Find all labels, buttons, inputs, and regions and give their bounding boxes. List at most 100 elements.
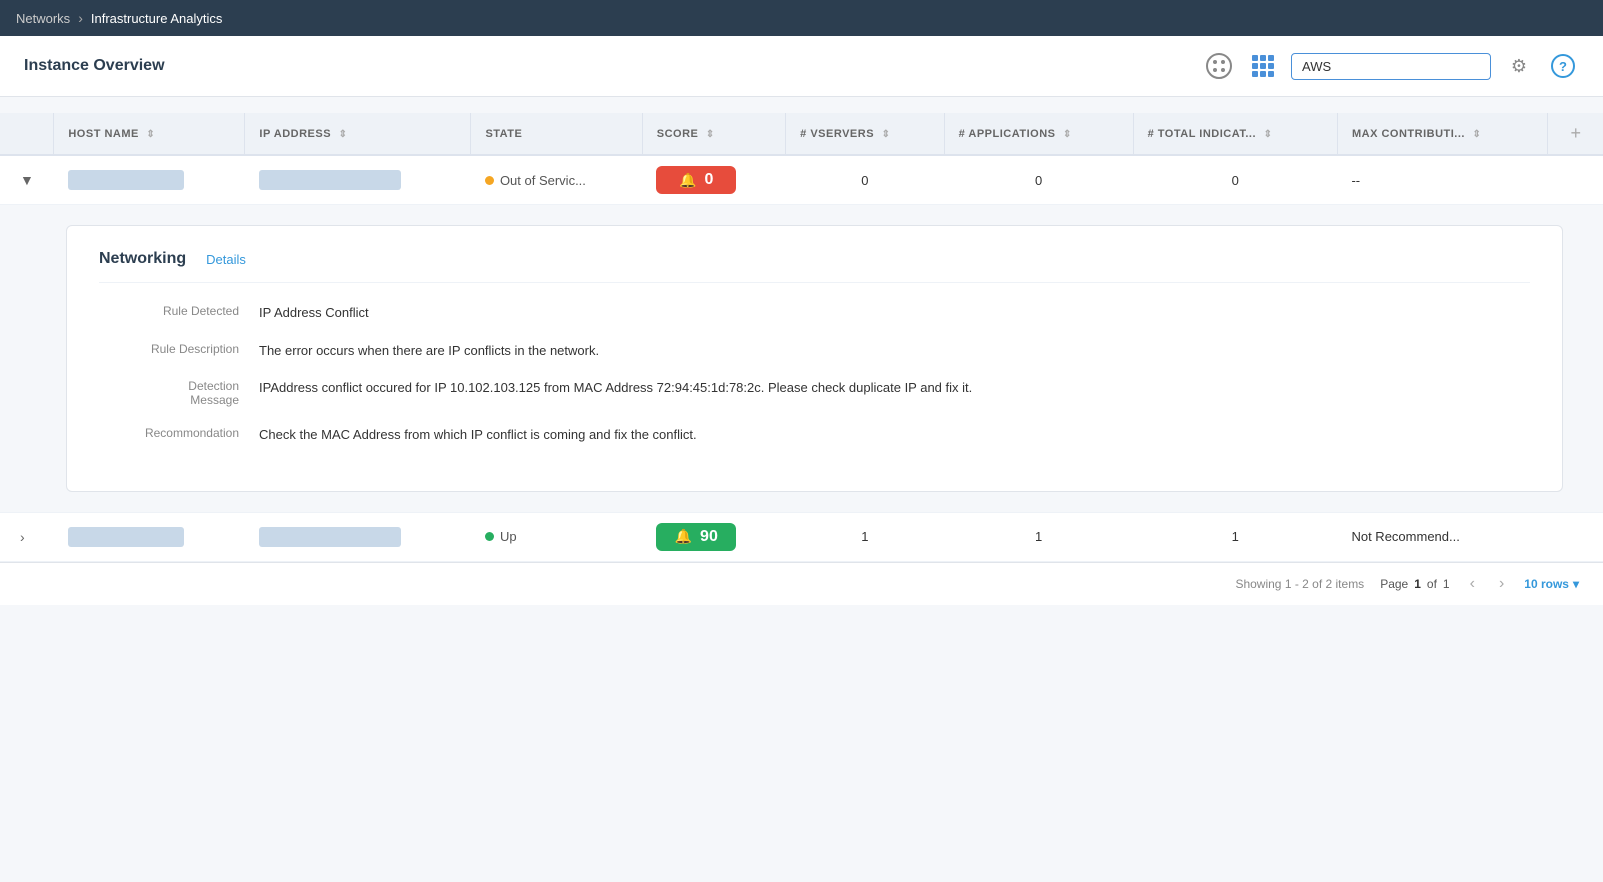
contribution-cell-2: Not Recommend... bbox=[1337, 512, 1548, 561]
applications-cell-2: 1 bbox=[944, 512, 1133, 561]
state-cell-2: Up bbox=[471, 512, 642, 561]
gear-icon: ⚙ bbox=[1511, 56, 1527, 77]
hostname-value-1: ███ ██████ bbox=[68, 170, 184, 190]
nav-parent[interactable]: Networks bbox=[16, 11, 70, 26]
rows-label: 10 rows bbox=[1524, 577, 1569, 591]
ip-cell-1: ███████ ██ ██ bbox=[245, 155, 471, 205]
detail-title: Networking bbox=[99, 250, 186, 268]
contribution-cell-1: -- bbox=[1337, 155, 1548, 205]
help-button[interactable]: ? bbox=[1547, 50, 1579, 82]
scatter-icon-button[interactable] bbox=[1203, 50, 1235, 82]
table-header-row: HOST NAME ⇕ IP ADDRESS ⇕ STATE SCORE ⇕ #… bbox=[0, 113, 1603, 155]
vservers-cell-1: 0 bbox=[786, 155, 944, 205]
state-dot-1 bbox=[485, 176, 494, 185]
col-contribution[interactable]: MAX CONTRIBUTI... ⇕ bbox=[1337, 113, 1548, 155]
col-vservers[interactable]: # VSERVERS ⇕ bbox=[786, 113, 944, 155]
detail-panel: Networking Details Rule Detected IP Addr… bbox=[66, 225, 1563, 492]
instance-table: HOST NAME ⇕ IP ADDRESS ⇕ STATE SCORE ⇕ #… bbox=[0, 113, 1603, 562]
rows-per-page-select[interactable]: 10 rows ▾ bbox=[1524, 577, 1579, 591]
sort-icon-ip: ⇕ bbox=[339, 129, 348, 140]
table-row: › ███ ██████ ███████ ██ ██ Up bbox=[0, 512, 1603, 561]
score-icon-1: 🔔 bbox=[679, 172, 696, 189]
score-cell-2: 🔔 90 bbox=[642, 512, 785, 561]
sort-icon-score: ⇕ bbox=[706, 129, 715, 140]
table-view-button[interactable] bbox=[1247, 50, 1279, 82]
expand-row2-button[interactable]: › bbox=[14, 527, 31, 547]
detail-row-rule-description: Rule Description The error occurs when t… bbox=[99, 341, 1530, 361]
scatter-icon bbox=[1206, 53, 1232, 79]
state-value-1: Out of Servic... bbox=[485, 173, 628, 188]
sort-icon-contrib: ⇕ bbox=[1473, 129, 1482, 140]
value-recommendation: Check the MAC Address from which IP conf… bbox=[259, 425, 697, 445]
search-input[interactable] bbox=[1291, 53, 1491, 80]
help-icon: ? bbox=[1551, 54, 1575, 78]
value-rule-detected: IP Address Conflict bbox=[259, 303, 369, 323]
col-score[interactable]: SCORE ⇕ bbox=[642, 113, 785, 155]
sort-icon-vservers: ⇕ bbox=[882, 129, 891, 140]
ip-value-1: ███████ ██ ██ bbox=[259, 170, 401, 190]
applications-cell-1: 0 bbox=[944, 155, 1133, 205]
settings-button[interactable]: ⚙ bbox=[1503, 50, 1535, 82]
hostname-cell-1: ███ ██████ bbox=[54, 155, 245, 205]
header-controls: ⚙ ? bbox=[1203, 50, 1579, 82]
page-label: Page bbox=[1380, 577, 1408, 591]
col-ipaddress[interactable]: IP ADDRESS ⇕ bbox=[245, 113, 471, 155]
nav-current: Infrastructure Analytics bbox=[91, 11, 223, 26]
page-of: of bbox=[1427, 577, 1437, 591]
col-hostname[interactable]: HOST NAME ⇕ bbox=[54, 113, 245, 155]
expand-cell-2: › bbox=[0, 512, 54, 561]
expanded-detail-row: Networking Details Rule Detected IP Addr… bbox=[0, 205, 1603, 513]
page-next-button[interactable]: › bbox=[1495, 573, 1508, 595]
details-link[interactable]: Details bbox=[206, 252, 246, 267]
label-recommendation: Recommondation bbox=[99, 425, 259, 440]
pagination-page: Page 1 of 1 bbox=[1380, 577, 1449, 591]
col-applications[interactable]: # APPLICATIONS ⇕ bbox=[944, 113, 1133, 155]
detail-row-detection-message: DetectionMessage IPAddress conflict occu… bbox=[99, 378, 1530, 407]
page-header: Instance Overview ⚙ bbox=[0, 36, 1603, 97]
score-icon-2: 🔔 bbox=[675, 528, 692, 545]
expanded-inner: Networking Details Rule Detected IP Addr… bbox=[0, 205, 1603, 512]
indicators-cell-2: 1 bbox=[1133, 512, 1337, 561]
state-value-2: Up bbox=[485, 529, 628, 544]
col-indicators[interactable]: # TOTAL INDICAT... ⇕ bbox=[1133, 113, 1337, 155]
hostname-value-2: ███ ██████ bbox=[68, 527, 184, 547]
rows-chevron-icon: ▾ bbox=[1573, 577, 1579, 591]
detail-row-recommendation: Recommondation Check the MAC Address fro… bbox=[99, 425, 1530, 445]
add-column-button[interactable]: + bbox=[1562, 123, 1589, 144]
vservers-cell-2: 1 bbox=[786, 512, 944, 561]
col-add: + bbox=[1548, 113, 1603, 155]
table-grid-icon bbox=[1252, 55, 1274, 77]
main-area: Instance Overview ⚙ bbox=[0, 36, 1603, 882]
expanded-detail-cell: Networking Details Rule Detected IP Addr… bbox=[0, 205, 1603, 513]
label-rule-description: Rule Description bbox=[99, 341, 259, 356]
hostname-cell-2: ███ ██████ bbox=[54, 512, 245, 561]
sort-icon-hostname: ⇕ bbox=[146, 129, 155, 140]
score-cell-1: 🔔 0 bbox=[642, 155, 785, 205]
page-total: 1 bbox=[1443, 577, 1450, 591]
top-nav: Networks › Infrastructure Analytics bbox=[0, 0, 1603, 36]
state-dot-2 bbox=[485, 532, 494, 541]
value-rule-description: The error occurs when there are IP confl… bbox=[259, 341, 599, 361]
score-badge-2: 🔔 90 bbox=[656, 523, 736, 551]
value-detection-message: IPAddress conflict occured for IP 10.102… bbox=[259, 378, 972, 398]
label-detection-message: DetectionMessage bbox=[99, 378, 259, 407]
page-title: Instance Overview bbox=[24, 57, 165, 75]
ip-value-2: ███████ ██ ██ bbox=[259, 527, 401, 547]
col-state[interactable]: STATE bbox=[471, 113, 642, 155]
label-rule-detected: Rule Detected bbox=[99, 303, 259, 318]
score-badge-1: 🔔 0 bbox=[656, 166, 736, 194]
pagination-bar: Showing 1 - 2 of 2 items Page 1 of 1 ‹ ›… bbox=[0, 562, 1603, 605]
extra-cell-1 bbox=[1548, 155, 1603, 205]
page-prev-button[interactable]: ‹ bbox=[1466, 573, 1479, 595]
state-cell-1: Out of Servic... bbox=[471, 155, 642, 205]
table-row: ▼ ███ ██████ ███████ ██ ██ Out of Servic… bbox=[0, 155, 1603, 205]
sort-icon-apps: ⇕ bbox=[1063, 129, 1072, 140]
page-current: 1 bbox=[1414, 577, 1421, 591]
expand-cell: ▼ bbox=[0, 155, 54, 205]
expand-row1-button[interactable]: ▼ bbox=[14, 170, 40, 190]
table-container: HOST NAME ⇕ IP ADDRESS ⇕ STATE SCORE ⇕ #… bbox=[0, 113, 1603, 562]
pagination-info: Showing 1 - 2 of 2 items bbox=[1235, 577, 1364, 591]
detail-row-rule-detected: Rule Detected IP Address Conflict bbox=[99, 303, 1530, 323]
col-expand bbox=[0, 113, 54, 155]
detail-panel-header: Networking Details bbox=[99, 250, 1530, 283]
